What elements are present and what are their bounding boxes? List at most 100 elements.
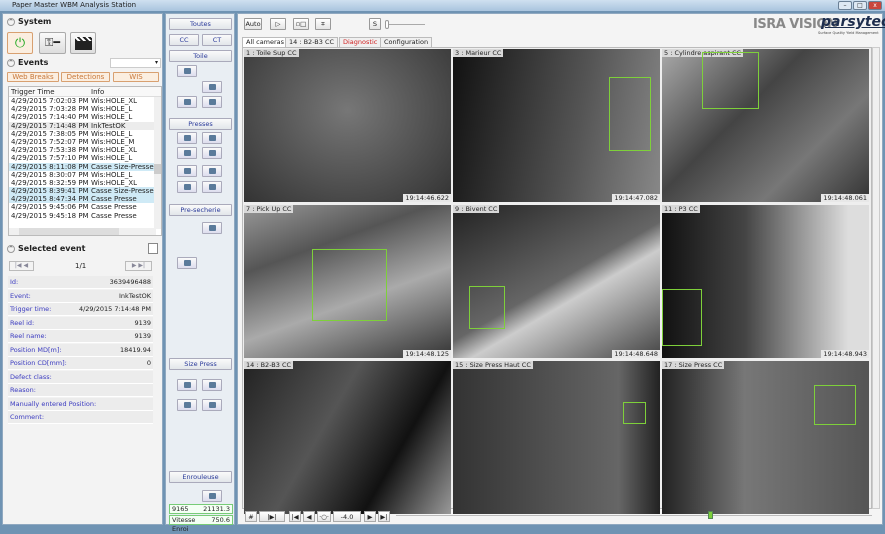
- table-row[interactable]: 4/29/2015 7:03:28 PM Wis:HOLE_L: [9, 105, 161, 113]
- toile-button[interactable]: Toile: [169, 50, 232, 62]
- camera-view-button[interactable]: [202, 399, 222, 411]
- table-row[interactable]: 4/29/2015 7:14:48 PM InkTestOK: [9, 121, 161, 130]
- camera-view-button[interactable]: [202, 379, 222, 391]
- s-button[interactable]: S: [369, 18, 381, 30]
- enrouleuse-button[interactable]: Enrouleuse: [169, 471, 232, 483]
- events-dropdown[interactable]: ▾: [110, 58, 161, 68]
- table-row[interactable]: 4/29/2015 8:32:59 PM Wis:HOLE_XL: [9, 179, 161, 187]
- camera-view[interactable]: 14 : B2-B3 CC: [244, 361, 451, 514]
- collapse-icon[interactable]: ^: [7, 17, 15, 26]
- table-row[interactable]: 4/29/2015 9:45:06 PM Casse Presse: [9, 203, 161, 211]
- camera-view-button[interactable]: [202, 81, 222, 93]
- camera-view-button[interactable]: [202, 96, 222, 108]
- table-row[interactable]: 4/29/2015 8:30:07 PM Wis:HOLE_L: [9, 171, 161, 179]
- tab-3[interactable]: Configuration: [380, 37, 433, 47]
- next-frame-button[interactable]: ▶: [364, 511, 376, 522]
- table-row[interactable]: 4/29/2015 7:38:05 PM Wis:HOLE_L: [9, 130, 161, 138]
- play-marker-button[interactable]: |▶|: [259, 511, 285, 522]
- table-row[interactable]: 4/29/2015 9:45:18 PM Casse Presse: [9, 212, 161, 220]
- events-section-header[interactable]: ^ Events: [7, 58, 48, 67]
- camera-view[interactable]: 7 : Pick Up CC 19:14:48.125: [244, 205, 451, 358]
- table-row[interactable]: 4/29/2015 7:52:07 PM Wis:HOLE_M: [9, 138, 161, 146]
- camera-view-button[interactable]: [202, 147, 222, 159]
- maximize-button[interactable]: □: [853, 1, 867, 10]
- web-breaks-filter[interactable]: Web Breaks: [7, 72, 59, 82]
- table-row[interactable]: 4/29/2015 7:14:40 PM Wis:HOLE_L: [9, 113, 161, 121]
- camera-view[interactable]: 11 : P3 CC 19:14:48.943: [662, 205, 869, 358]
- report-icon[interactable]: [148, 243, 158, 254]
- vertical-scrollbar[interactable]: [154, 97, 161, 229]
- close-button[interactable]: x: [868, 1, 882, 10]
- table-row[interactable]: 4/29/2015 8:47:34 PM Casse Presse: [9, 195, 161, 204]
- detection-box[interactable]: [662, 289, 702, 346]
- camera-view-button[interactable]: [177, 399, 197, 411]
- camera-view[interactable]: 5 : Cylindre aspirant CC 19:14:48.061: [662, 49, 869, 202]
- camera-view[interactable]: 3 : Marieur CC 19:14:47.082: [453, 49, 660, 202]
- last-frame-button[interactable]: ▶|: [378, 511, 390, 522]
- presses-button[interactable]: Presses: [169, 118, 232, 130]
- minimize-button[interactable]: –: [838, 1, 852, 10]
- camera-view-button[interactable]: [177, 165, 197, 177]
- detection-box[interactable]: [702, 52, 759, 109]
- ct-button[interactable]: CT: [202, 34, 232, 46]
- center-button[interactable]: ·○·: [317, 511, 331, 522]
- collapse-icon[interactable]: ^: [7, 58, 15, 67]
- detection-box[interactable]: [623, 402, 646, 424]
- presecherie-button[interactable]: Pre-secherie: [169, 204, 232, 216]
- prev-frame-button[interactable]: ◀: [303, 511, 315, 522]
- detection-box[interactable]: [609, 77, 651, 151]
- tab-2[interactable]: Diagnostic: [339, 37, 382, 47]
- table-row[interactable]: 4/29/2015 7:53:38 PM Wis:HOLE_XL: [9, 146, 161, 154]
- events-table[interactable]: Trigger Time Info 4/29/2015 7:02:03 PM Wis…: [8, 86, 162, 236]
- detections-filter[interactable]: Detections: [61, 72, 110, 82]
- detection-box[interactable]: [469, 286, 505, 329]
- step-value[interactable]: -4.0: [333, 511, 361, 522]
- table-row[interactable]: 4/29/2015 8:39:41 PM Casse Size-Presse: [9, 187, 161, 196]
- camera-view[interactable]: 1 : Toile Sup CC 19:14:46.622: [244, 49, 451, 202]
- selected-event-header[interactable]: ^ Selected event: [7, 244, 85, 253]
- camera-view-button[interactable]: [177, 379, 197, 391]
- table-row[interactable]: 4/29/2015 8:11:08 PM Casse Size-Presse: [9, 162, 161, 171]
- camera-view-button[interactable]: [177, 181, 197, 193]
- next-last-buttons[interactable]: ▶ ▶|: [125, 261, 152, 271]
- number-button[interactable]: #: [245, 511, 257, 522]
- detection-box[interactable]: [312, 249, 387, 321]
- first-frame-button[interactable]: |◀: [289, 511, 301, 522]
- frame-button[interactable]: ▷: [270, 18, 286, 30]
- collapse-icon[interactable]: ^: [7, 244, 15, 253]
- tab-0[interactable]: All cameras: [242, 37, 289, 47]
- camera-view-button[interactable]: [202, 181, 222, 193]
- video-button[interactable]: [70, 32, 96, 54]
- camera-view-button[interactable]: [177, 257, 197, 269]
- camera-view-button[interactable]: [202, 222, 222, 234]
- speed-slider[interactable]: [385, 19, 425, 29]
- camera-view[interactable]: 15 : Size Press Haut CC: [453, 361, 660, 514]
- detection-box[interactable]: [814, 385, 856, 425]
- key-button[interactable]: ⚿━: [39, 32, 66, 54]
- table-row[interactable]: 4/29/2015 7:57:10 PM Wis:HOLE_L: [9, 154, 161, 162]
- camera-view-button[interactable]: [202, 132, 222, 144]
- first-prev-buttons[interactable]: |◀ ◀: [9, 261, 34, 271]
- camera-view-button[interactable]: [177, 132, 197, 144]
- tab-1[interactable]: 14 : B2-B3 CC: [285, 37, 339, 47]
- cc-button[interactable]: CC: [169, 34, 199, 46]
- grid-scrollbar[interactable]: [872, 47, 880, 509]
- crop-button[interactable]: ⌗: [315, 18, 331, 30]
- timeline-slider[interactable]: [396, 511, 872, 519]
- wis-filter[interactable]: WIS: [113, 72, 159, 82]
- camera-view-button[interactable]: [177, 65, 197, 77]
- camera-view-button[interactable]: [202, 490, 222, 502]
- camera-view-button[interactable]: [177, 147, 197, 159]
- system-section-header[interactable]: ^ System: [7, 17, 51, 26]
- size-press-button[interactable]: Size Press: [169, 358, 232, 370]
- auto-button[interactable]: Auto: [244, 18, 262, 30]
- table-row[interactable]: 4/29/2015 7:02:03 PM Wis:HOLE_XL: [9, 97, 161, 105]
- power-button[interactable]: ⏻: [7, 32, 33, 54]
- camera-view-button[interactable]: [202, 165, 222, 177]
- camera-view-button[interactable]: [177, 96, 197, 108]
- camera-view[interactable]: 9 : Bivent CC 19:14:48.648: [453, 205, 660, 358]
- camera-view[interactable]: 17 : Size Press CC: [662, 361, 869, 514]
- window-layout-button[interactable]: ▫□: [293, 18, 309, 30]
- horizontal-scrollbar[interactable]: [9, 228, 156, 235]
- toutes-button[interactable]: Toutes: [169, 18, 232, 30]
